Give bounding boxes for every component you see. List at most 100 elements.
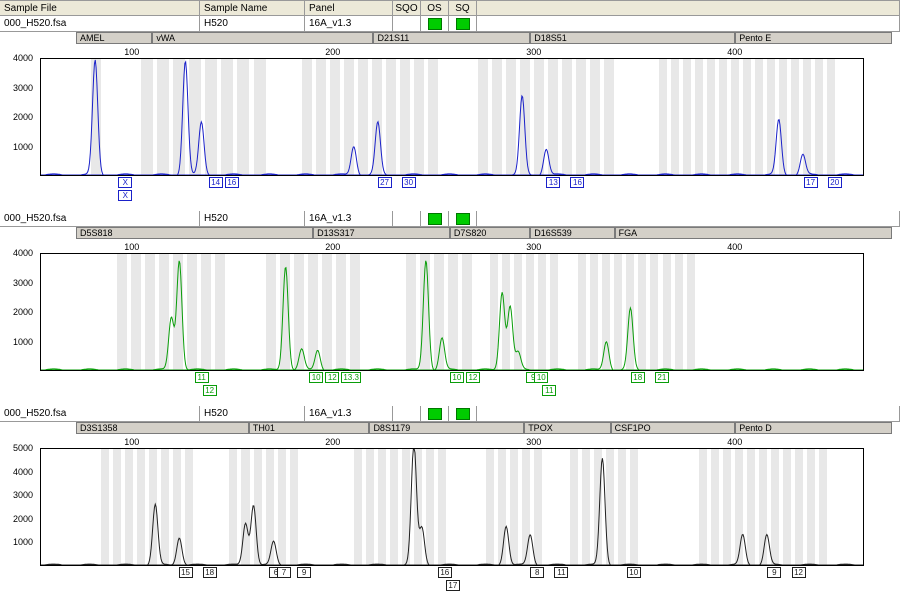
- allele-call[interactable]: 15: [179, 567, 193, 578]
- plot-holder: 1000200030004000: [4, 58, 896, 176]
- allele-call[interactable]: 16: [438, 567, 452, 578]
- col-panel[interactable]: Panel: [305, 1, 393, 15]
- marker-label[interactable]: vWA: [152, 32, 373, 44]
- cell-filler: [477, 16, 900, 31]
- allele-call[interactable]: 16: [570, 177, 584, 188]
- x-axis: 100200300400: [72, 47, 896, 58]
- cell-sample-file: 000_H520.fsa: [0, 211, 200, 226]
- allele-call[interactable]: 11: [195, 372, 209, 383]
- marker-label[interactable]: Pento E: [735, 32, 892, 44]
- allele-call[interactable]: 10: [309, 372, 323, 383]
- allele-call[interactable]: 9: [297, 567, 311, 578]
- marker-row: D3S1358TH01D8S1179TPOXCSF1POPento D: [72, 422, 896, 436]
- allele-call[interactable]: 18: [203, 567, 217, 578]
- x-tick: 200: [325, 437, 340, 447]
- allele-call[interactable]: 18: [631, 372, 645, 383]
- allele-call[interactable]: 27: [378, 177, 392, 188]
- cell-sample-file: 000_H520.fsa: [0, 406, 200, 421]
- allele-call[interactable]: 16: [225, 177, 239, 188]
- y-tick: 5000: [13, 443, 33, 453]
- x-tick: 400: [727, 242, 742, 252]
- sample-row[interactable]: 000_H520.fsaH52016A_v1.3: [0, 211, 900, 227]
- allele-call[interactable]: 17: [804, 177, 818, 188]
- y-tick: 3000: [13, 83, 33, 93]
- col-sq[interactable]: SQ: [449, 1, 477, 15]
- allele-call[interactable]: 30: [402, 177, 416, 188]
- allele-call[interactable]: 20: [828, 177, 842, 188]
- plot-area[interactable]: [40, 58, 864, 176]
- allele-call[interactable]: 12: [792, 567, 806, 578]
- col-sqo[interactable]: SQO: [393, 1, 421, 15]
- allele-call[interactable]: 13: [546, 177, 560, 188]
- marker-label[interactable]: Pento D: [735, 422, 892, 434]
- y-axis: 10002000300040005000: [4, 448, 36, 566]
- y-tick: 3000: [13, 278, 33, 288]
- y-axis: 1000200030004000: [4, 253, 36, 371]
- cell-os-status: [421, 406, 449, 421]
- marker-row: AMELvWAD21S11D18S51Pento E: [72, 32, 896, 46]
- plot-area[interactable]: [40, 253, 864, 371]
- allele-call[interactable]: 10: [450, 372, 464, 383]
- col-filler: [477, 1, 900, 15]
- col-sample-name[interactable]: Sample Name: [200, 1, 305, 15]
- marker-label[interactable]: FGA: [615, 227, 892, 239]
- allele-call[interactable]: 11: [554, 567, 568, 578]
- cell-sample-name: H520: [200, 211, 305, 226]
- marker-label[interactable]: D13S317: [313, 227, 450, 239]
- x-tick: 300: [526, 242, 541, 252]
- allele-call[interactable]: 12: [466, 372, 480, 383]
- x-axis: 100200300400: [72, 437, 896, 448]
- plot-area[interactable]: [40, 448, 864, 566]
- marker-label[interactable]: CSF1PO: [611, 422, 736, 434]
- cell-filler: [477, 211, 900, 226]
- marker-label[interactable]: TH01: [249, 422, 370, 434]
- allele-call[interactable]: X: [118, 190, 132, 201]
- panels-container: 000_H520.fsaH52016A_v1.3AMELvWAD21S11D18…: [0, 16, 900, 601]
- col-sample-file[interactable]: Sample File: [0, 1, 200, 15]
- x-tick: 300: [526, 47, 541, 57]
- allele-call[interactable]: 7: [277, 567, 291, 578]
- allele-call[interactable]: 13.3: [341, 372, 361, 383]
- y-tick: 4000: [13, 467, 33, 477]
- marker-label[interactable]: D16S539: [530, 227, 614, 239]
- cell-os-status: [421, 16, 449, 31]
- cell-filler: [477, 406, 900, 421]
- allele-call[interactable]: 14: [209, 177, 223, 188]
- allele-call-row: 1112101213.31012910111821: [72, 372, 896, 400]
- allele-call[interactable]: 8: [530, 567, 544, 578]
- trace-line: [41, 59, 863, 175]
- marker-label[interactable]: TPOX: [524, 422, 610, 434]
- cell-sample-name: H520: [200, 406, 305, 421]
- cell-sqo: [393, 406, 421, 421]
- marker-label[interactable]: D5S818: [76, 227, 313, 239]
- x-tick: 300: [526, 437, 541, 447]
- y-tick: 2000: [13, 514, 33, 524]
- marker-label[interactable]: AMEL: [76, 32, 152, 44]
- cell-sample-file: 000_H520.fsa: [0, 16, 200, 31]
- cell-sample-name: H520: [200, 16, 305, 31]
- marker-label[interactable]: D18S51: [530, 32, 735, 44]
- x-tick: 100: [124, 47, 139, 57]
- allele-call[interactable]: 10: [534, 372, 548, 383]
- marker-label[interactable]: D21S11: [373, 32, 530, 44]
- allele-call[interactable]: 17: [446, 580, 460, 591]
- allele-call[interactable]: 12: [203, 385, 217, 396]
- cell-sqo: [393, 211, 421, 226]
- sample-row[interactable]: 000_H520.fsaH52016A_v1.3: [0, 16, 900, 32]
- y-tick: 3000: [13, 490, 33, 500]
- marker-label[interactable]: D3S1358: [76, 422, 249, 434]
- allele-call[interactable]: 12: [325, 372, 339, 383]
- status-ok-icon: [456, 18, 470, 30]
- marker-label[interactable]: D8S1179: [369, 422, 524, 434]
- sample-row[interactable]: 000_H520.fsaH52016A_v1.3: [0, 406, 900, 422]
- y-tick: 1000: [13, 337, 33, 347]
- allele-call[interactable]: 11: [542, 385, 556, 396]
- x-tick: 400: [727, 437, 742, 447]
- trace-line: [41, 449, 863, 565]
- allele-call[interactable]: 9: [767, 567, 781, 578]
- allele-call[interactable]: 21: [655, 372, 669, 383]
- col-os[interactable]: OS: [421, 1, 449, 15]
- allele-call[interactable]: X: [118, 177, 132, 188]
- allele-call[interactable]: 10: [627, 567, 641, 578]
- marker-label[interactable]: D7S820: [450, 227, 530, 239]
